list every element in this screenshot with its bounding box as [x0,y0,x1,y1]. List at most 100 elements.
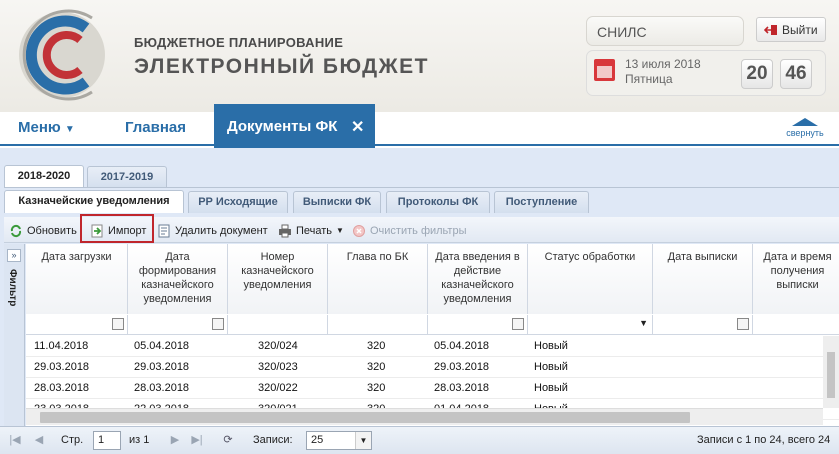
column-header-statement-received[interactable]: Дата и время получения выписки [753,244,839,314]
main-nav: Меню ▼ Главная [0,112,839,146]
current-weekday: Пятница [625,72,673,86]
last-page-icon[interactable]: ▶| [190,433,204,447]
date-picker-icon[interactable] [737,318,749,330]
cell-status: Новый [534,340,568,352]
scrollbar-thumb[interactable] [40,412,690,423]
cell-formation-date: 29.03.2018 [134,361,190,373]
logout-button[interactable]: Выйти [756,17,826,42]
cell-load-date: 28.03.2018 [34,382,90,394]
filter-notice-number[interactable] [228,315,328,335]
nav-main-link[interactable]: Главная [125,119,186,136]
clock-minutes: 46 [780,59,812,89]
filter-chapter-bk[interactable] [328,315,428,335]
calendar-icon [594,59,615,81]
chevron-down-icon: ▼ [336,226,344,235]
filter-load-date[interactable] [26,315,128,335]
delete-document-icon [158,224,170,237]
tab-fk-statements[interactable]: Выписки ФК [293,191,381,213]
cell-notice-number: 320/022 [258,382,298,394]
refresh-icon [10,224,22,237]
current-date: 13 июля 2018 [625,57,701,71]
cell-effective-date: 28.03.2018 [434,382,490,394]
tab-treasury-notices[interactable]: Казначейские уведомления [4,190,184,213]
logo-icon [19,9,105,101]
horizontal-scrollbar[interactable] [26,408,823,425]
chevron-down-icon[interactable]: ▼ [355,432,371,449]
column-header-notice-number[interactable]: Номер казначейского уведомления [228,244,328,314]
pagination-bar: |◀ ◀ Стр. 1 из 1 ▶ ▶| ⟳ Записи: 25 ▼ Запи… [0,426,839,454]
scrollbar-thumb[interactable] [827,352,835,398]
filter-formation-date[interactable] [128,315,228,335]
column-header-chapter-bk[interactable]: Глава по БК [328,244,428,314]
column-header-processing-status[interactable]: Статус обработки [528,244,653,314]
column-header-effective-date[interactable]: Дата введения в действие казначейского у… [428,244,528,314]
delete-document-label: Удалить документ [175,224,268,237]
column-header-statement-date[interactable]: Дата выписки [653,244,753,314]
page-count: из 1 [129,434,150,446]
tab-documents-fk[interactable]: Документы ФК ✕ [214,104,375,148]
filter-effective-date[interactable] [428,315,528,335]
clear-filters-button[interactable]: Очистить фильтры [352,221,467,240]
filter-statement-date[interactable] [653,315,753,335]
tab-year-2018-2020[interactable]: 2018-2020 [4,165,84,188]
collapse-button[interactable]: свернуть [783,118,827,138]
collapse-label: свернуть [786,128,824,138]
refresh-label: Обновить [27,224,77,237]
clock-hours: 20 [741,59,773,89]
filter-sidebar: » Фильтр [4,244,25,426]
cell-status: Новый [534,361,568,373]
date-picker-icon[interactable] [512,318,524,330]
cell-notice-number: 320/023 [258,361,298,373]
refresh-button[interactable]: Обновить [9,221,77,240]
column-header-formation-date[interactable]: Дата формирования казначейского уведомле… [128,244,228,314]
date-picker-icon[interactable] [212,318,224,330]
refresh-icon[interactable]: ⟳ [221,433,235,447]
print-icon [279,224,291,237]
date-picker-icon[interactable] [112,318,124,330]
prev-page-icon[interactable]: ◀ [32,433,46,447]
clear-filters-icon [353,224,365,237]
page-label: Стр. [61,434,84,446]
table-row[interactable]: 11.04.2018 05.04.2018 320/024 320 05.04.… [26,336,839,357]
brand-line-2: ЭЛЕКТРОННЫЙ БЮДЖЕТ [134,55,429,78]
filter-statement-received[interactable] [753,315,839,335]
table-row[interactable]: 28.03.2018 28.03.2018 320/022 320 28.03.… [26,378,839,399]
chevron-down-icon[interactable]: ▼ [639,318,648,328]
filter-processing-status[interactable]: ▼ [528,315,653,335]
page-size-select[interactable]: 25 ▼ [306,431,372,450]
import-highlight-frame [80,214,154,243]
cell-load-date: 11.04.2018 [34,340,89,352]
cell-effective-date: 29.03.2018 [434,361,490,373]
cell-chapter-bk: 320 [367,340,386,352]
cell-status: Новый [534,382,568,394]
notices-grid: Дата загрузки Дата формирования казначей… [26,244,839,426]
logout-label: Выйти [782,22,818,37]
table-row[interactable]: 29.03.2018 29.03.2018 320/023 320 29.03.… [26,357,839,378]
close-icon[interactable]: ✕ [351,117,364,137]
tab-fk-protocols[interactable]: Протоколы ФК [386,191,490,213]
page-size-value: 25 [311,434,324,446]
print-label: Печать [296,224,333,237]
delete-document-button[interactable]: Удалить документ [157,221,268,240]
cell-chapter-bk: 320 [367,361,386,373]
print-button[interactable]: Печать ▼ [278,221,344,240]
menu-button[interactable]: Меню ▼ [18,119,75,136]
cell-formation-date: 05.04.2018 [134,340,190,352]
filter-sidebar-label: Фильтр [7,269,18,307]
chevron-down-icon: ▼ [64,124,75,135]
next-page-icon[interactable]: ▶ [168,433,182,447]
page-number-input[interactable]: 1 [93,431,121,450]
tab-rr-outgoing[interactable]: РР Исходящие [188,191,288,213]
snils-field[interactable]: СНИЛС [586,16,744,46]
column-header-load-date[interactable]: Дата загрузки [26,244,128,314]
tab-year-2017-2019[interactable]: 2017-2019 [87,166,167,188]
brand-line-1: БЮДЖЕТНОЕ ПЛАНИРОВАНИЕ [134,35,344,50]
expand-filter-icon[interactable]: » [7,249,21,262]
cell-chapter-bk: 320 [367,382,386,394]
first-page-icon[interactable]: |◀ [8,433,22,447]
vertical-scrollbar[interactable] [823,336,839,408]
tab-documents-fk-label: Документы ФК [227,118,338,135]
tab-receipts[interactable]: Поступление [494,191,589,213]
cell-load-date: 29.03.2018 [34,361,90,373]
records-summary: Записи с 1 по 24, всего 24 [697,434,831,446]
